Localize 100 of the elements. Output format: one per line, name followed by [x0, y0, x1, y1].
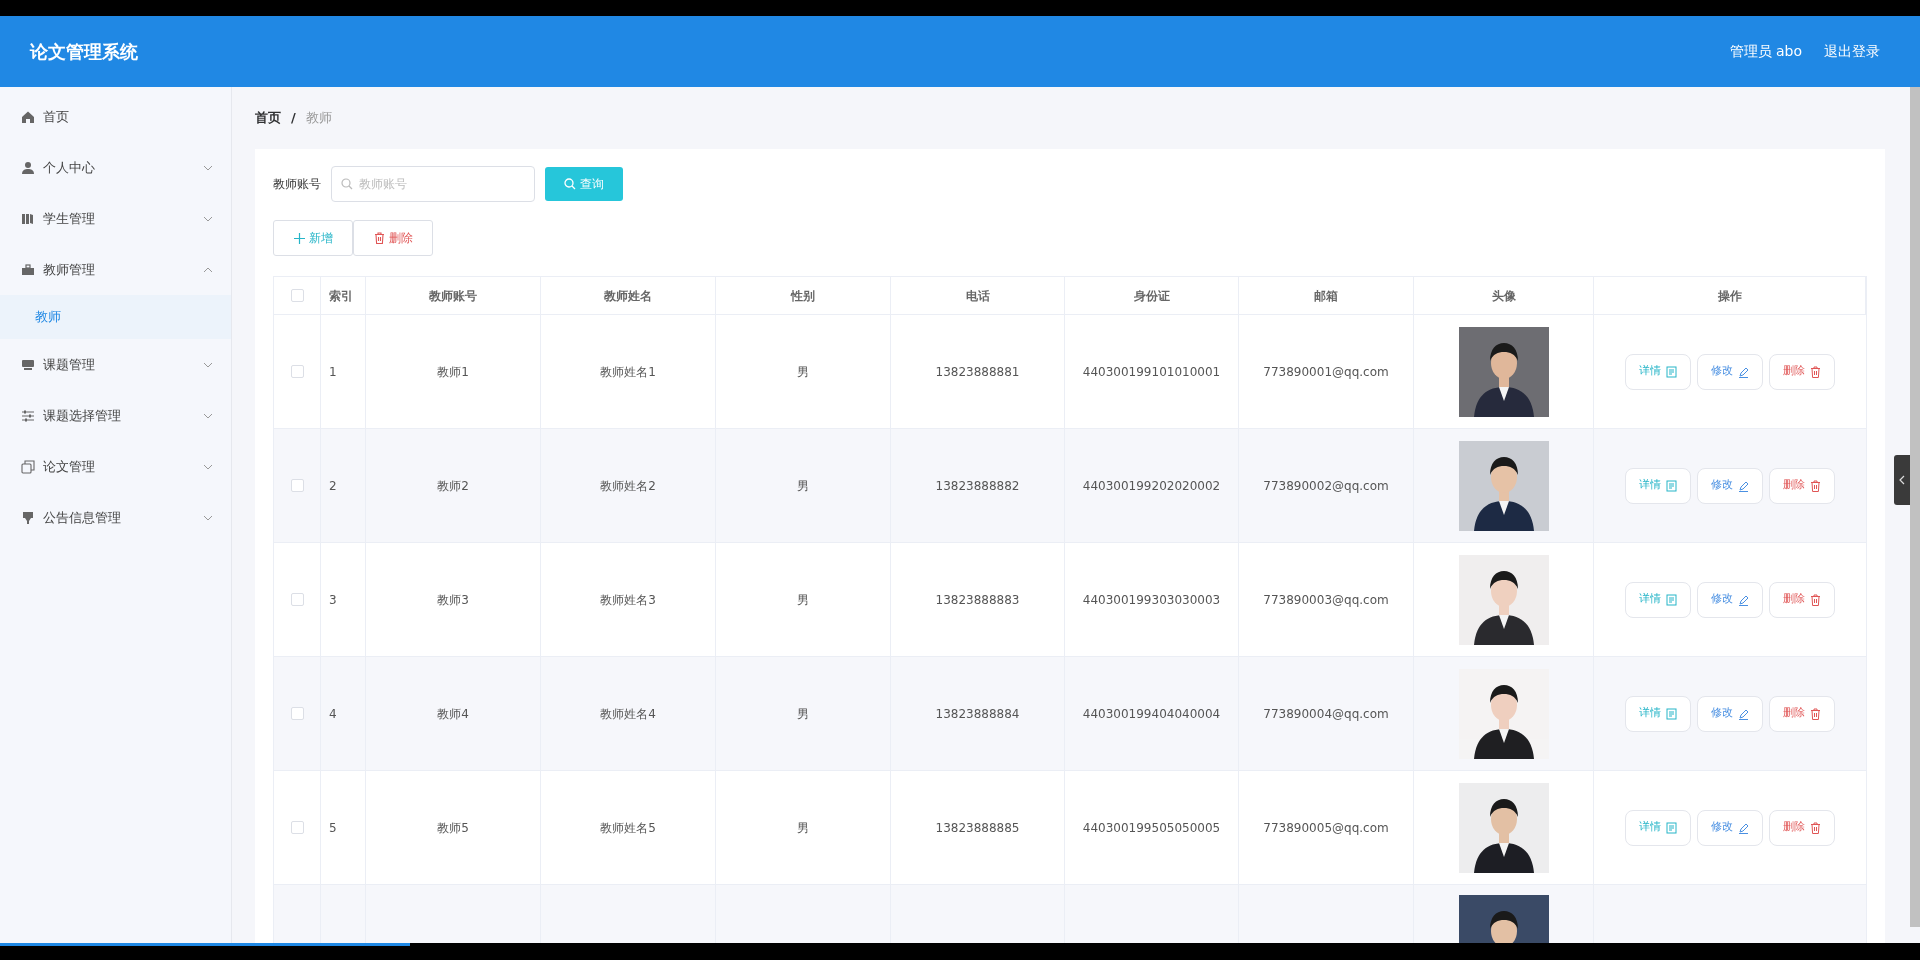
- checkbox[interactable]: [290, 707, 304, 720]
- table-cell-text: 440300199404040004: [1082, 705, 1221, 723]
- table-cell-text: 13823888882: [935, 477, 1020, 495]
- breadcrumb-link[interactable]: 首页: [255, 108, 281, 128]
- delete-button[interactable]: 删除: [353, 220, 433, 256]
- table-cell-text: 2: [329, 477, 337, 495]
- user-icon: [21, 160, 35, 175]
- home-icon: [21, 109, 35, 124]
- sidebar-item[interactable]: 论文管理: [0, 441, 231, 492]
- table-cell-text: 男: [797, 591, 809, 609]
- doc-icon: [1666, 593, 1677, 606]
- table-cell-text: 5: [329, 819, 337, 837]
- trash-icon: [1810, 593, 1821, 606]
- table-cell-text: 4: [329, 705, 337, 723]
- sidebar-item[interactable]: 课题选择管理: [0, 390, 231, 441]
- table-cell-text: 教师1: [437, 363, 469, 381]
- detail-button[interactable]: 详情: [1625, 809, 1691, 846]
- sidebar-item[interactable]: 首页: [0, 91, 231, 142]
- column-header: 索引: [329, 287, 353, 305]
- table-cell-text: 773890004@qq.com: [1263, 705, 1389, 723]
- edit-button[interactable]: 修改: [1697, 467, 1763, 504]
- search-icon: [564, 178, 576, 190]
- doc-icon: [1666, 365, 1677, 378]
- checkbox[interactable]: [290, 821, 304, 834]
- sidebar-subitem[interactable]: 教师: [0, 295, 231, 339]
- table-cell-text: 3: [329, 591, 337, 609]
- table-cell-text: 1: [329, 363, 337, 381]
- doc-icon: [1666, 707, 1677, 720]
- column-header: 邮箱: [1314, 287, 1338, 305]
- table-cell-text: 教师5: [437, 819, 469, 837]
- edit-button[interactable]: 修改: [1697, 809, 1763, 846]
- pencil-icon: [1738, 593, 1749, 606]
- search-icon: [341, 178, 353, 190]
- app-title: 论文管理系统: [30, 40, 138, 64]
- table-cell-text: 13823888883: [935, 591, 1020, 609]
- user-label: 管理员 abo: [1729, 42, 1802, 61]
- delete-button[interactable]: 删除: [1769, 695, 1835, 732]
- detail-button[interactable]: 详情: [1625, 353, 1691, 390]
- plus-icon: [293, 232, 305, 244]
- doc-icon: [1666, 479, 1677, 492]
- table-cell-text: 13823888884: [935, 705, 1020, 723]
- doc-icon: [1666, 821, 1677, 834]
- table-cell-text: 13823888881: [935, 363, 1020, 381]
- table-cell-text: 440300199202020002: [1082, 477, 1221, 495]
- delete-button[interactable]: 删除: [1769, 581, 1835, 618]
- detail-button[interactable]: 详情: [1625, 467, 1691, 504]
- sidebar-item[interactable]: 个人中心: [0, 142, 231, 193]
- trash-icon: [373, 232, 385, 244]
- table-cell-text: 773890001@qq.com: [1263, 363, 1389, 381]
- add-button[interactable]: 新增: [273, 220, 353, 256]
- checkbox[interactable]: [290, 289, 304, 302]
- trash-icon: [1810, 821, 1821, 834]
- table-cell-text: 教师4: [437, 705, 469, 723]
- delete-button[interactable]: 删除: [1769, 809, 1835, 846]
- column-header: 教师账号: [429, 287, 477, 305]
- column-header: 头像: [1491, 287, 1516, 305]
- pencil-icon: [1738, 365, 1749, 378]
- column-header: 身份证: [1133, 287, 1170, 305]
- breadcrumb-separator: /: [291, 109, 296, 128]
- monitor-icon: [21, 357, 35, 372]
- collapse-tab[interactable]: [1894, 455, 1910, 505]
- chevron-left-icon: [1899, 475, 1905, 485]
- copy-icon: [21, 459, 35, 474]
- checkbox[interactable]: [290, 593, 304, 606]
- sidebar-item[interactable]: 学生管理: [0, 193, 231, 244]
- table-cell-text: 男: [797, 363, 809, 381]
- delete-button[interactable]: 删除: [1769, 467, 1835, 504]
- table-cell-text: 男: [797, 705, 809, 723]
- briefcase-icon: [21, 262, 35, 277]
- trash-icon: [1810, 365, 1821, 378]
- edit-button[interactable]: 修改: [1697, 695, 1763, 732]
- edit-button[interactable]: 修改: [1697, 353, 1763, 390]
- pencil-icon: [1738, 479, 1749, 492]
- scrollbar[interactable]: [1910, 87, 1920, 927]
- edit-button[interactable]: 修改: [1697, 581, 1763, 618]
- table-cell-text: 440300199303030003: [1082, 591, 1221, 609]
- column-header: 操作: [1717, 287, 1742, 305]
- pencil-icon: [1738, 707, 1749, 720]
- table-cell-text: 教师3: [437, 591, 469, 609]
- sidebar-item[interactable]: 课题管理: [0, 339, 231, 390]
- logout-link[interactable]: 退出登录: [1824, 41, 1880, 62]
- table-cell-text: 773890003@qq.com: [1263, 591, 1389, 609]
- checkbox[interactable]: [290, 365, 304, 378]
- detail-button[interactable]: 详情: [1625, 581, 1691, 618]
- query-button[interactable]: 查询: [545, 167, 623, 201]
- sidebar-item[interactable]: 公告信息管理: [0, 492, 231, 543]
- column-header: 教师姓名: [604, 287, 652, 305]
- table-cell-text: 773890005@qq.com: [1263, 819, 1389, 837]
- checkbox[interactable]: [290, 479, 304, 492]
- table-cell-text: 440300199101010001: [1082, 363, 1221, 381]
- sidebar-item[interactable]: 教师管理: [0, 244, 231, 295]
- table-cell-text: 773890002@qq.com: [1263, 477, 1389, 495]
- table-cell-text: 教师姓名4: [600, 705, 656, 723]
- books-icon: [21, 211, 35, 226]
- search-field[interactable]: 教师账号: [331, 166, 535, 202]
- trash-icon: [1810, 479, 1821, 492]
- table-cell-text: 440300199505050005: [1082, 819, 1221, 837]
- detail-button[interactable]: 详情: [1625, 695, 1691, 732]
- delete-button[interactable]: 删除: [1769, 353, 1835, 390]
- table-cell-text: 男: [797, 477, 809, 495]
